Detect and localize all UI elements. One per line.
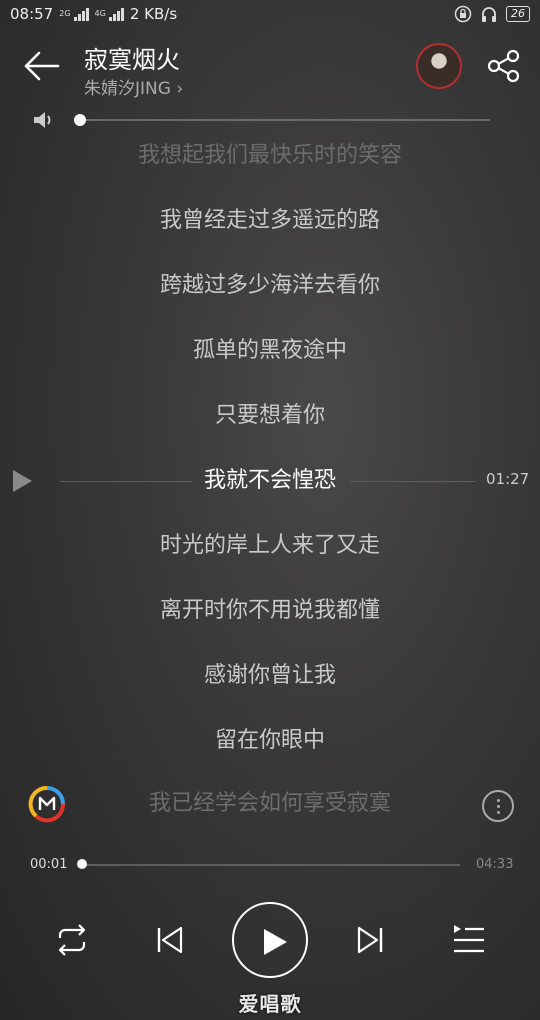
network-4g-label: 4G [94, 9, 106, 18]
volume-row [0, 106, 540, 134]
lyric-line: 我想起我们最快乐时的笑容 [137, 143, 402, 168]
lyric-seek-line-left [60, 481, 192, 482]
lyric-line: 跨越过多少海洋去看你 [159, 273, 380, 298]
total-time: 04:33 [476, 857, 514, 872]
battery-indicator: 26 [506, 6, 530, 22]
lyric-seek-time: 01:27 [486, 470, 530, 488]
lock-rotation-icon [454, 5, 472, 23]
lyric-line: 孤单的黑夜途中 [192, 338, 347, 363]
network-speed: 2 KB/s [129, 5, 178, 23]
current-time: 00:01 [30, 857, 68, 872]
more-options-icon[interactable] [482, 790, 514, 822]
song-title: 寂寞烟火 [84, 46, 180, 74]
share-icon[interactable] [486, 48, 522, 84]
lyric-line: 只要想着你 [214, 403, 325, 428]
watermark-text: 爱唱歌 [238, 992, 302, 1016]
arrow-left-icon[interactable] [22, 50, 62, 82]
status-right: 26 [454, 5, 530, 23]
lyric-seek-line-right [350, 481, 476, 482]
progress-knob[interactable] [76, 859, 87, 869]
signal-icon [73, 7, 89, 21]
player-header: 寂寞烟火 朱婧汐JING › [0, 38, 540, 99]
status-bar: 08:57 2G 4G 2 KB/s 26 [0, 0, 540, 28]
status-time: 08:57 [10, 5, 54, 23]
lyric-line: 时光的岸上人来了又走 [159, 533, 380, 558]
lyric-line: 感谢你曾让我 [203, 663, 336, 688]
progress-row: 00:01 04:33 [0, 852, 540, 878]
network-2g-label: 2G [59, 9, 71, 18]
status-left: 08:57 2G 4G 2 KB/s [10, 5, 177, 23]
play-button[interactable] [232, 902, 308, 978]
progress-bar[interactable] [76, 859, 460, 869]
chevron-right-icon: › [176, 79, 184, 99]
play-from-line-icon[interactable] [10, 468, 34, 494]
lyric-line: 我曾经走过多遥远的路 [159, 208, 380, 233]
playlist-icon[interactable] [452, 924, 486, 956]
headphones-icon [482, 7, 496, 22]
playback-controls [0, 900, 540, 980]
repeat-icon[interactable] [54, 924, 90, 956]
skip-previous-icon[interactable] [156, 926, 184, 954]
artist-avatar[interactable] [416, 43, 462, 89]
lyric-line: 留在你眼中 [214, 728, 325, 753]
skip-next-icon[interactable] [356, 926, 384, 954]
lyric-line: 我已经学会如何享受寂寞 [148, 791, 391, 816]
speaker-icon [34, 112, 51, 128]
lyric-line: 离开时你不用说我都懂 [159, 598, 380, 623]
signal-icon-2 [108, 7, 124, 21]
artist-name: 朱婧汐JING [84, 79, 171, 99]
artist-link[interactable]: 朱婧汐JING › [84, 74, 183, 99]
play-icon [264, 929, 287, 955]
volume-slider[interactable] [80, 119, 490, 121]
volume-knob[interactable] [74, 114, 86, 126]
app-logo-icon[interactable] [28, 785, 66, 823]
